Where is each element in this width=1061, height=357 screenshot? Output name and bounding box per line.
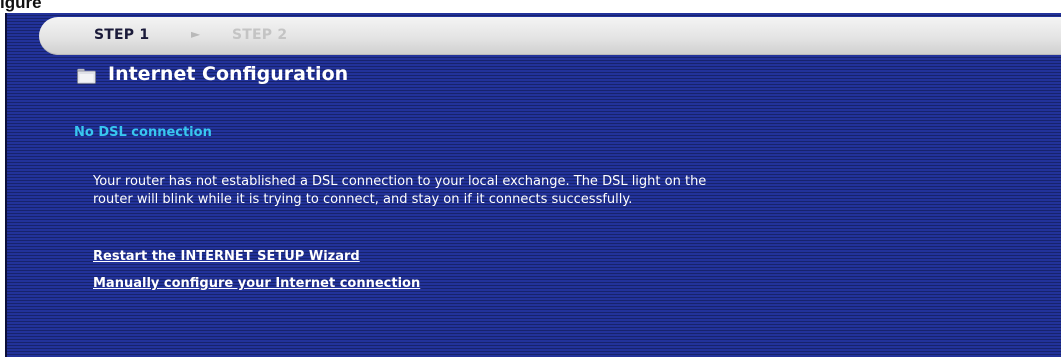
folder-icon: [77, 68, 96, 84]
restart-wizard-link[interactable]: Restart the INTERNET SETUP Wizard: [93, 249, 360, 264]
description-line-2: router will blink while it is trying to …: [93, 192, 633, 207]
page-title: Internet Configuration: [108, 63, 349, 85]
step-arrow-icon: ►: [191, 27, 201, 41]
step-2-label: STEP 2: [232, 27, 288, 43]
figure-caption: igure: [0, 0, 42, 12]
step-bar: STEP 1 ► STEP 2: [39, 17, 1061, 55]
status-description: Your router has not established a DSL co…: [93, 173, 1053, 209]
wizard-panel: STEP 1 ► STEP 2 Internet Configuration N…: [5, 13, 1061, 357]
connection-status: No DSL connection: [74, 125, 212, 140]
description-line-1: Your router has not established a DSL co…: [93, 174, 707, 189]
step-1-label: STEP 1: [94, 27, 150, 43]
manual-config-link[interactable]: Manually configure your Internet connect…: [93, 276, 420, 291]
